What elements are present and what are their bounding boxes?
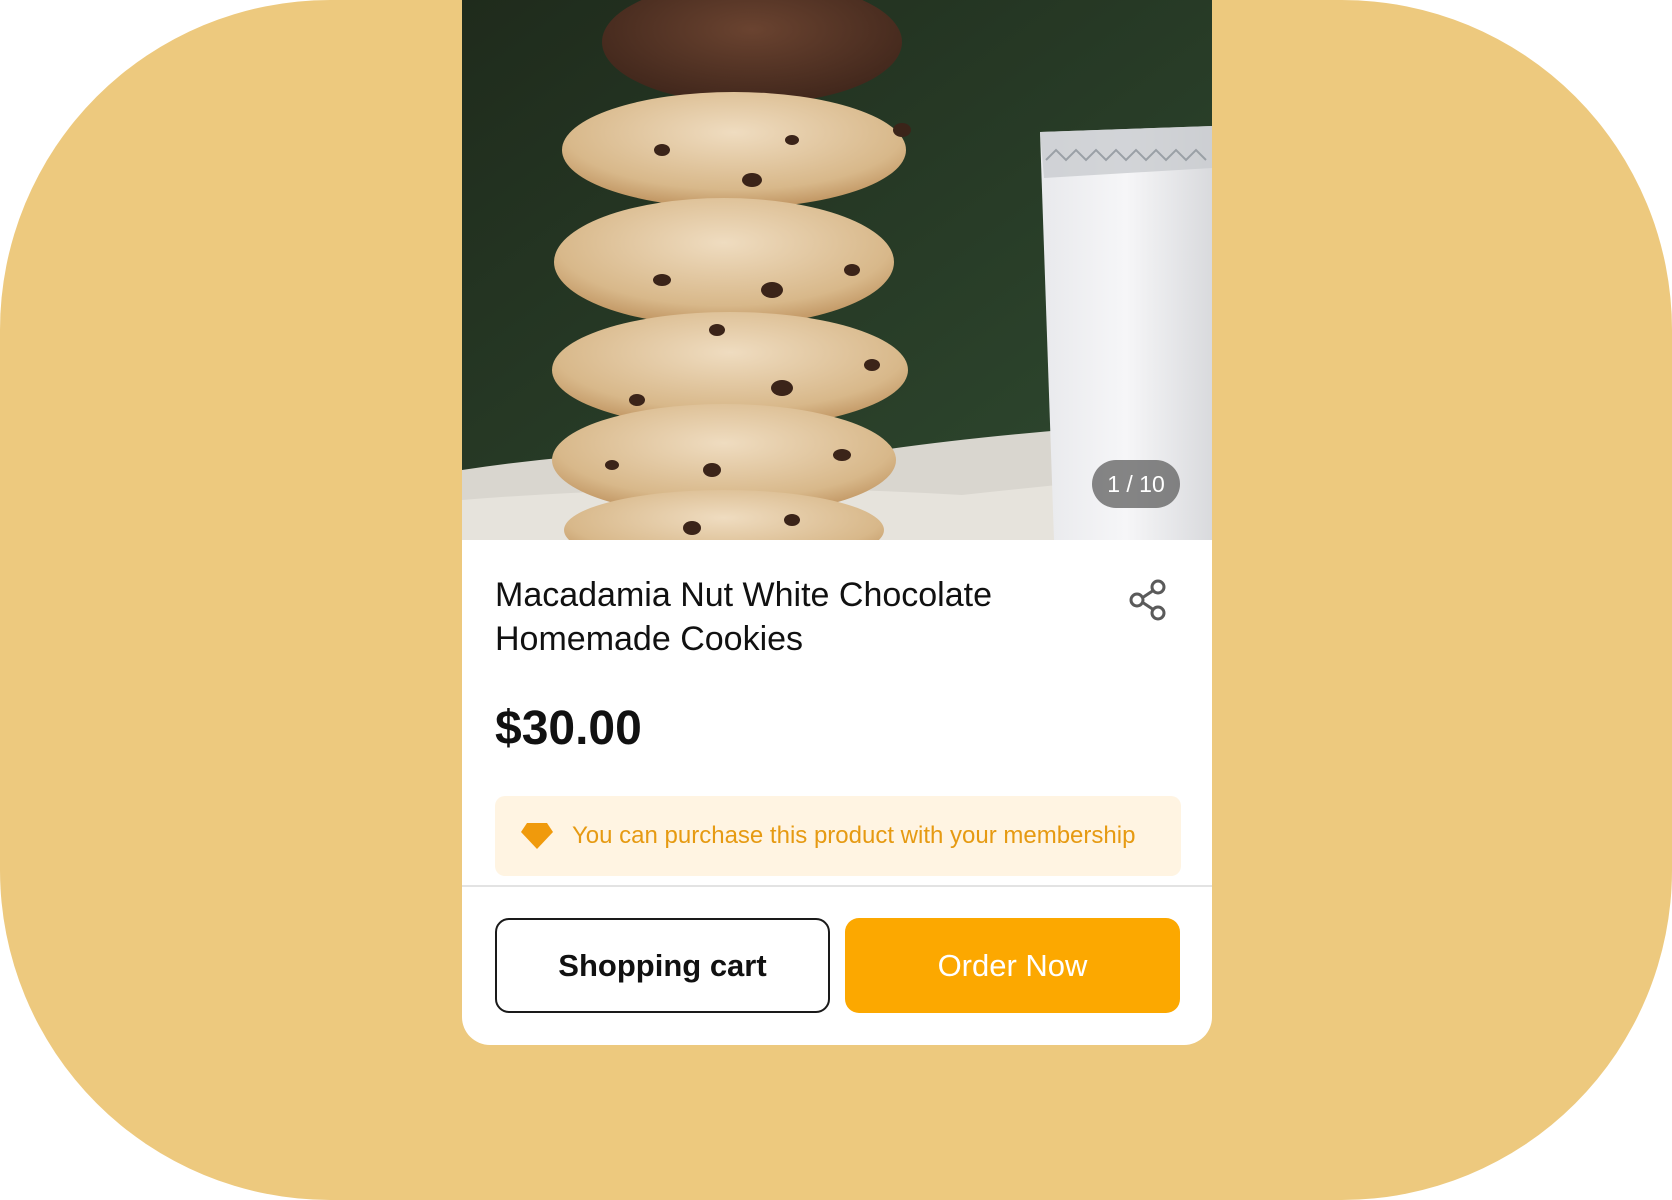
product-price: $30.00 — [495, 702, 642, 755]
order-now-button[interactable]: Order Now — [845, 918, 1180, 1013]
membership-notice: You can purchase this product with your … — [495, 796, 1181, 876]
membership-message: You can purchase this product with your … — [572, 822, 1136, 849]
divider — [462, 885, 1212, 887]
shopping-cart-button[interactable]: Shopping cart — [495, 918, 830, 1013]
share-icon — [1128, 579, 1168, 626]
product-title: Macadamia Nut White Chocolate Homemade C… — [495, 576, 993, 658]
share-button[interactable] — [1124, 578, 1172, 626]
cookies-photo — [462, 0, 1212, 540]
product-image[interactable]: 1 / 10 — [462, 0, 1212, 540]
product-card: 1 / 10 Macadamia Nut White Chocolate Hom… — [462, 0, 1212, 1045]
image-counter: 1 / 10 — [1092, 460, 1180, 508]
diamond-icon — [520, 821, 554, 851]
